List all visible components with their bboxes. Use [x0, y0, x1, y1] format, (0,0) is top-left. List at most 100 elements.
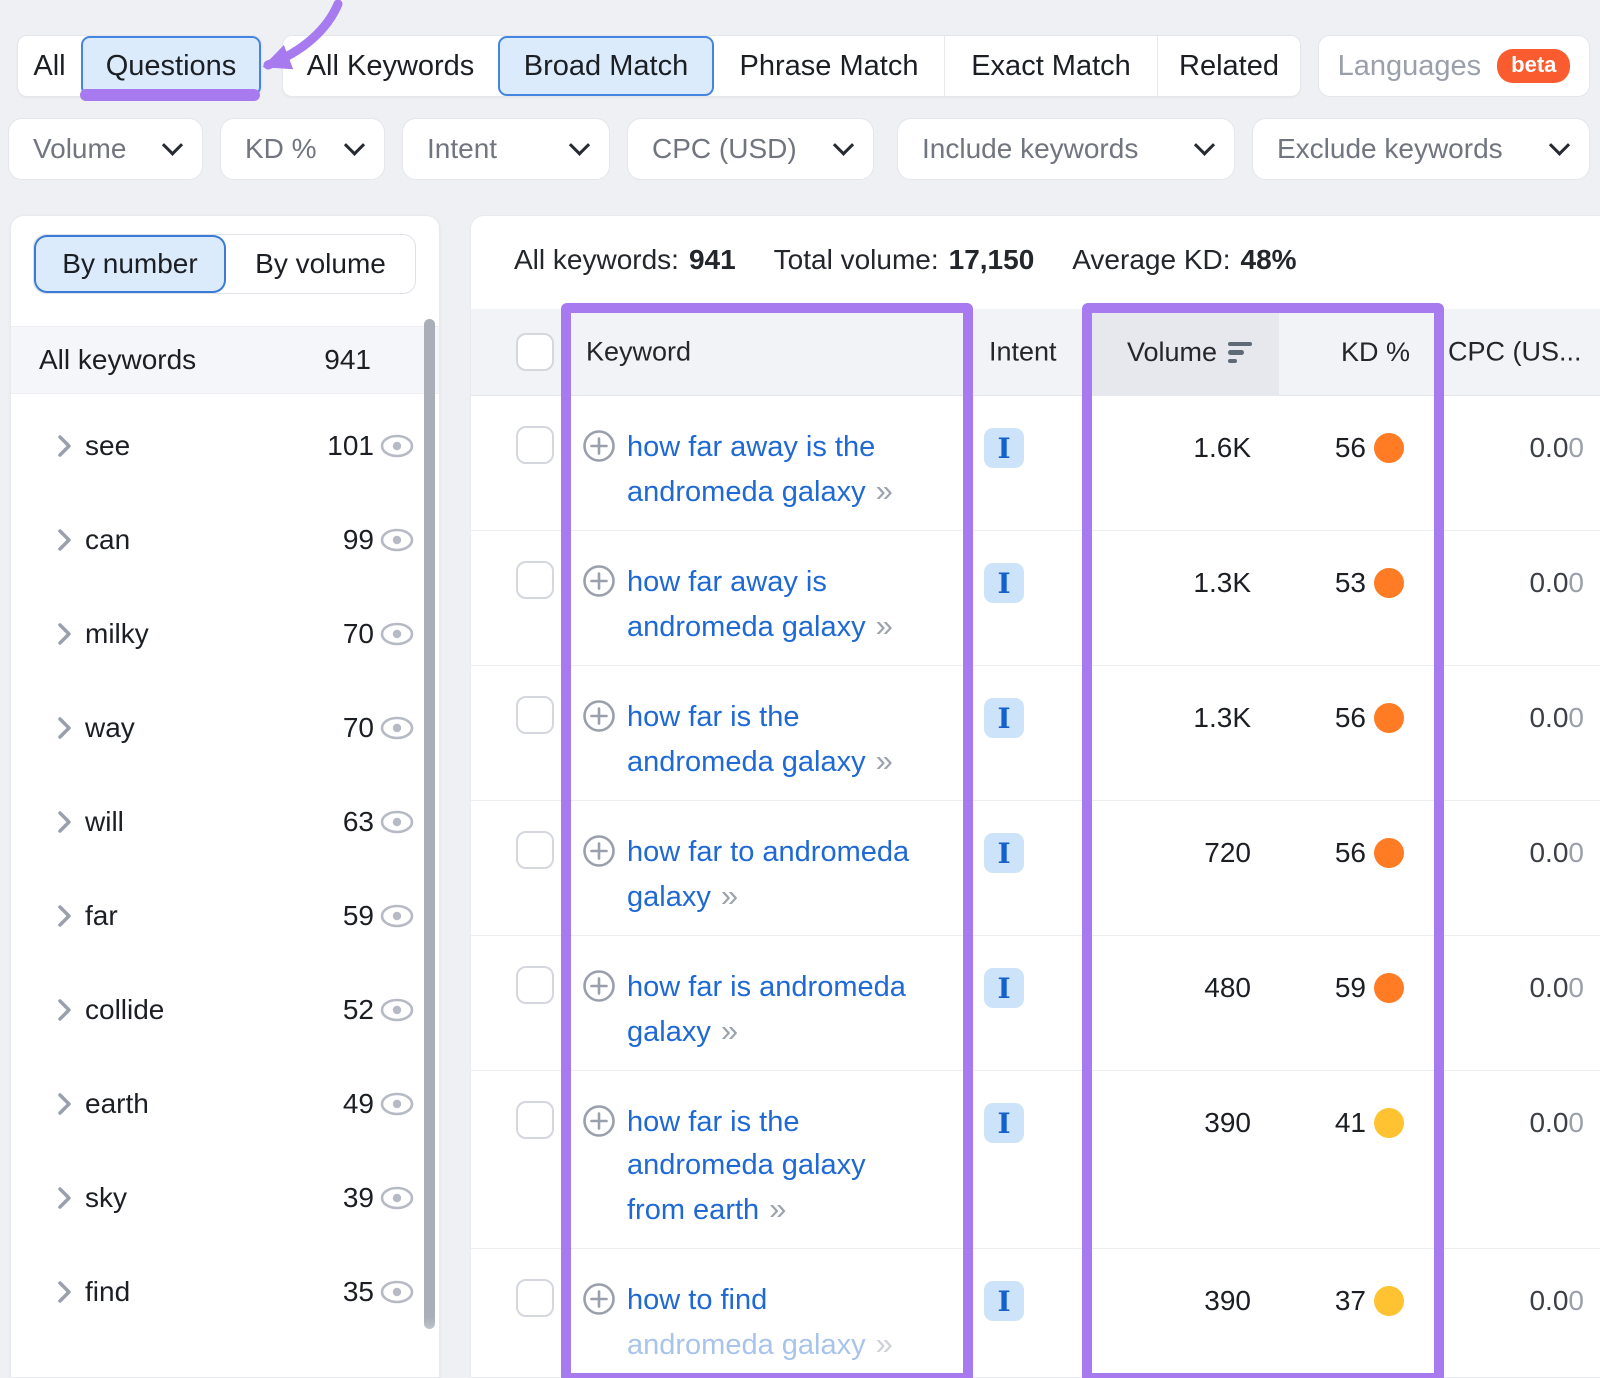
eye-icon[interactable]	[379, 527, 415, 553]
keyword-link[interactable]: from earth»	[627, 1187, 987, 1232]
intent-badge-informational[interactable]: I	[984, 428, 1024, 468]
sidebar-item-milky[interactable]: milky70	[11, 587, 440, 681]
tab-questions[interactable]: Questions	[81, 36, 261, 96]
languages-label: Languages	[1338, 50, 1482, 83]
keyword-link[interactable]: andromeda galaxy»	[627, 469, 987, 514]
filter-exclude-keywords[interactable]: Exclude keywords	[1252, 118, 1590, 180]
toggle-by-volume[interactable]: By volume	[226, 235, 415, 293]
eye-icon[interactable]	[379, 809, 415, 835]
summary-volume-value: 17,150	[949, 244, 1035, 276]
keyword-link[interactable]: galaxy»	[627, 874, 987, 919]
expand-keyword-icon[interactable]: »	[876, 1326, 891, 1361]
tab-broad-match[interactable]: Broad Match	[498, 36, 714, 96]
expand-keyword-icon[interactable]: »	[876, 743, 891, 778]
column-header-volume[interactable]: Volume	[1088, 309, 1279, 396]
eye-icon[interactable]	[379, 621, 415, 647]
eye-icon[interactable]	[379, 903, 415, 929]
keyword-link[interactable]: how far away is the	[627, 426, 987, 469]
eye-icon[interactable]	[379, 1091, 415, 1117]
sidebar-item-will[interactable]: will63	[11, 775, 440, 869]
toggle-by-number[interactable]: By number	[34, 235, 226, 293]
filter-include-keywords[interactable]: Include keywords	[897, 118, 1235, 180]
column-header-kd[interactable]: KD %	[1279, 309, 1429, 396]
add-keyword-icon[interactable]	[582, 1282, 616, 1316]
kd-difficulty-dot	[1374, 568, 1404, 598]
sidebar-item-earth[interactable]: earth49	[11, 1057, 440, 1151]
add-keyword-icon[interactable]	[582, 1104, 616, 1138]
keyword-link[interactable]: how far away is	[627, 561, 987, 604]
row-checkbox[interactable]	[516, 426, 554, 464]
row-checkbox[interactable]	[516, 1101, 554, 1139]
filter-kd[interactable]: KD %	[220, 118, 385, 180]
tab-all[interactable]: All	[18, 36, 81, 96]
select-all-checkbox[interactable]	[516, 333, 554, 371]
keyword-link[interactable]: andromeda galaxy»	[627, 604, 987, 649]
cpc-value: 0.00	[1426, 1102, 1584, 1144]
chevron-down-icon	[833, 134, 854, 155]
sidebar-item-can[interactable]: can99	[11, 493, 440, 587]
row-checkbox[interactable]	[516, 561, 554, 599]
intent-badge-informational[interactable]: I	[984, 1103, 1024, 1143]
sidebar-scrollbar[interactable]	[424, 319, 435, 1329]
sidebar-all-keywords-label: All keywords	[39, 344, 196, 376]
tab-phrase-match[interactable]: Phrase Match	[714, 36, 944, 96]
sidebar-item-sky[interactable]: sky39	[11, 1151, 440, 1245]
column-header-keyword[interactable]: Keyword	[586, 337, 691, 368]
sidebar-item-way[interactable]: way70	[11, 681, 440, 775]
add-keyword-icon[interactable]	[582, 834, 616, 868]
expand-keyword-icon[interactable]: »	[769, 1191, 784, 1226]
row-checkbox[interactable]	[516, 1279, 554, 1317]
row-checkbox[interactable]	[516, 966, 554, 1004]
keyword-link[interactable]: andromeda galaxy»	[627, 739, 987, 784]
intent-badge-informational[interactable]: I	[984, 563, 1024, 603]
tab-exact-match[interactable]: Exact Match	[944, 36, 1157, 96]
filter-intent[interactable]: Intent	[402, 118, 610, 180]
intent-badge-informational[interactable]: I	[984, 968, 1024, 1008]
column-header-cpc[interactable]: CPC (US...	[1448, 337, 1582, 368]
sidebar-item-far[interactable]: far59	[11, 869, 440, 963]
sidebar-item-see[interactable]: see101	[11, 399, 440, 493]
sidebar-all-keywords-row[interactable]: All keywords 941	[11, 326, 440, 394]
cpc-value: 0.00	[1426, 427, 1584, 469]
chevron-right-icon	[55, 1091, 73, 1117]
row-checkbox[interactable]	[516, 831, 554, 869]
expand-keyword-icon[interactable]: »	[721, 878, 736, 913]
chevron-right-icon	[55, 809, 73, 835]
intent-badge-informational[interactable]: I	[984, 1281, 1024, 1321]
eye-icon[interactable]	[379, 433, 415, 459]
tab-related[interactable]: Related	[1157, 36, 1300, 96]
kd-value: 41	[1251, 1102, 1366, 1144]
expand-keyword-icon[interactable]: »	[876, 608, 891, 643]
column-header-intent[interactable]: Intent	[989, 337, 1057, 368]
languages-button[interactable]: Languages beta	[1318, 35, 1590, 97]
filter-volume[interactable]: Volume	[8, 118, 203, 180]
keyword-link[interactable]: how far is andromeda	[627, 966, 987, 1009]
add-keyword-icon[interactable]	[582, 429, 616, 463]
expand-keyword-icon[interactable]: »	[721, 1013, 736, 1048]
kd-difficulty-dot	[1374, 433, 1404, 463]
add-keyword-icon[interactable]	[582, 564, 616, 598]
volume-value: 1.3K	[1081, 697, 1251, 739]
sidebar-item-collide[interactable]: collide52	[11, 963, 440, 1057]
sidebar-item-find[interactable]: find35	[11, 1245, 440, 1339]
intent-badge-informational[interactable]: I	[984, 833, 1024, 873]
keyword-link[interactable]: galaxy»	[627, 1009, 987, 1054]
eye-icon[interactable]	[379, 997, 415, 1023]
eye-icon[interactable]	[379, 1279, 415, 1305]
eye-icon[interactable]	[379, 715, 415, 741]
intent-badge-informational[interactable]: I	[984, 698, 1024, 738]
keyword-link[interactable]: how far is the	[627, 696, 987, 739]
eye-icon[interactable]	[379, 1185, 415, 1211]
expand-keyword-icon[interactable]: »	[876, 473, 891, 508]
keyword-link[interactable]: andromeda galaxy	[627, 1144, 987, 1187]
keyword-link[interactable]: how far to andromeda	[627, 831, 987, 874]
sort-descending-icon	[1228, 342, 1252, 364]
tab-all-keywords[interactable]: All Keywords	[283, 36, 498, 96]
keyword-link[interactable]: how far is the	[627, 1101, 987, 1144]
filter-cpc-usd[interactable]: CPC (USD)	[627, 118, 874, 180]
keyword-link[interactable]: how to find	[627, 1279, 987, 1322]
add-keyword-icon[interactable]	[582, 699, 616, 733]
row-checkbox[interactable]	[516, 696, 554, 734]
add-keyword-icon[interactable]	[582, 969, 616, 1003]
keyword-link[interactable]: andromeda galaxy»	[627, 1322, 987, 1367]
